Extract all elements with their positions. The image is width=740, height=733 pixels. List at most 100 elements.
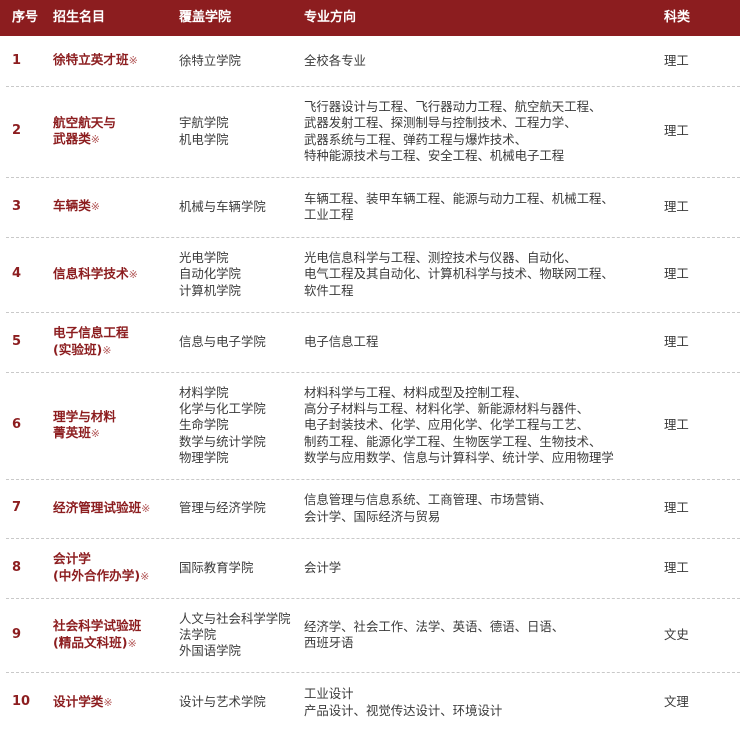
- major-lines: 光电信息科学与工程、测控技术与仪器、自动化、 电气工程及其自动化、计算机科学与技术…: [304, 250, 614, 299]
- college-list: 宇航学院 机电学院: [179, 86, 301, 177]
- college-lines: 人文与社会科学学院 法学院 外国语学院: [179, 611, 291, 660]
- major-line: 武器发射工程、探测制导与控制技术、工程力学、: [304, 115, 577, 131]
- program-name-line: 航空航天与: [53, 114, 116, 130]
- reference-mark: ※: [141, 501, 151, 515]
- major-list: 全校各专业: [304, 36, 659, 86]
- category: 理工: [664, 123, 689, 139]
- table-row: 4 信息科学技术※ 光电学院 自动化学院 计算机学院 光电信息科学与工程、测控技术与仪器、…: [0, 237, 740, 312]
- major-line: 工业设计: [304, 686, 354, 702]
- program-name: 理学与材料 菁英班※: [53, 372, 173, 479]
- category: 文理: [664, 694, 689, 710]
- major-line: 车辆工程、装甲车辆工程、能源与动力工程、机械工程、: [304, 190, 614, 206]
- program-name-lines: 车辆类※: [53, 198, 100, 215]
- college-item: 徐特立学院: [179, 52, 241, 68]
- major-lines: 经济学、社会工作、法学、英语、德语、日语、 西班牙语: [304, 619, 564, 651]
- program-name-line: 理学与材料: [53, 408, 116, 424]
- table-row: 3 车辆类※ 机械与车辆学院 车辆工程、装甲车辆工程、能源与动力工程、机械工程、 工业工…: [0, 177, 740, 237]
- major-lines: 工业设计 产品设计、视觉传达设计、环境设计: [304, 686, 502, 718]
- college-item: 化学与化工学院: [179, 401, 266, 417]
- major-line: 经济学、社会工作、法学、英语、德语、日语、: [304, 618, 565, 634]
- program-name-line: (中外合作办学)※: [53, 567, 150, 583]
- table-row: 6 理学与材料 菁英班※ 材料学院 化学与化工学院 生命学院 数学与统计学院 物理学院 材料科学…: [0, 372, 740, 479]
- major-list: 会计学: [304, 538, 659, 598]
- program-name-line: 武器类※: [53, 131, 100, 146]
- program-name-lines: 徐特立英才班※: [53, 52, 138, 69]
- reference-mark: ※: [103, 695, 113, 709]
- major-list: 工业设计 产品设计、视觉传达设计、环境设计: [304, 672, 659, 733]
- major-line: 会计学: [304, 559, 342, 575]
- category: 理工: [664, 333, 689, 349]
- reference-mark: ※: [90, 427, 100, 440]
- row-number: 9: [12, 626, 22, 642]
- major-line: 信息管理与信息系统、工商管理、市场营销、: [304, 492, 552, 508]
- reference-mark: ※: [128, 54, 138, 68]
- program-name-line: 社会科学试验班: [53, 618, 142, 634]
- major-line: 特种能源技术与工程、安全工程、机械电子工程: [304, 147, 565, 163]
- program-name-line: (实验班)※: [53, 341, 112, 357]
- college-lines: 光电学院 自动化学院 计算机学院: [179, 250, 241, 299]
- table-header: 序号 招生名目 覆盖学院 专业方向 科类: [0, 0, 740, 36]
- program-name-line: 电子信息工程: [53, 325, 129, 341]
- header-major: 专业方向: [304, 10, 357, 25]
- program-name-line: 设计学类※: [53, 693, 113, 709]
- major-list: 经济学、社会工作、法学、英语、德语、日语、 西班牙语: [304, 598, 659, 672]
- major-line: 工业工程: [304, 207, 354, 222]
- table-row: 8 会计学 (中外合作办学)※ 国际教育学院 会计学 理工: [0, 538, 740, 598]
- header-category: 科类: [664, 10, 691, 25]
- program-name-line: (精品文科班)※: [53, 634, 137, 650]
- major-list: 材料科学与工程、材料成型及控制工程、 高分子材料与工程、材料化学、新能源材料与器件…: [304, 372, 659, 479]
- program-name: 车辆类※: [53, 177, 173, 237]
- college-lines: 徐特立学院: [179, 53, 241, 69]
- college-lines: 信息与电子学院: [179, 334, 266, 350]
- college-list: 信息与电子学院: [179, 312, 301, 372]
- reference-mark: ※: [90, 133, 100, 146]
- reference-mark: ※: [102, 343, 112, 357]
- major-line: 电子封装技术、化学、应用化学、化学工程与工艺、: [304, 417, 589, 433]
- major-list: 飞行器设计与工程、飞行器动力工程、航空航天工程、 武器发射工程、探测制导与控制技术…: [304, 86, 659, 177]
- category: 理工: [664, 500, 689, 516]
- major-line: 制药工程、能源化学工程、生物医学工程、生物技术、: [304, 433, 602, 449]
- college-lines: 管理与经济学院: [179, 500, 266, 516]
- college-item: 数学与统计学院: [179, 433, 266, 449]
- major-lines: 车辆工程、装甲车辆工程、能源与动力工程、机械工程、 工业工程: [304, 191, 614, 223]
- college-item: 信息与电子学院: [179, 333, 266, 349]
- major-lines: 信息管理与信息系统、工商管理、市场营销、 会计学、国际经济与贸易: [304, 492, 552, 524]
- college-item: 材料学院: [179, 384, 229, 400]
- table-row: 2 航空航天与 武器类※ 宇航学院 机电学院 飞行器设计与工程、飞行器动力工程、航空航天工…: [0, 86, 740, 177]
- program-name: 信息科学技术※: [53, 237, 173, 312]
- header-program: 招生名目: [53, 10, 106, 25]
- college-lines: 材料学院 化学与化工学院 生命学院 数学与统计学院 物理学院: [179, 385, 266, 466]
- major-line: 电气工程及其自动化、计算机科学与技术、物联网工程、: [304, 266, 614, 282]
- college-lines: 国际教育学院: [179, 560, 253, 576]
- table-row: 10 设计学类※ 设计与艺术学院 工业设计 产品设计、视觉传达设计、环境设计 文理: [0, 672, 740, 733]
- program-name: 电子信息工程 (实验班)※: [53, 312, 173, 372]
- college-list: 机械与车辆学院: [179, 177, 301, 237]
- program-name-line: 信息科学技术※: [53, 265, 138, 281]
- college-item: 国际教育学院: [179, 559, 254, 575]
- header-number: 序号: [12, 10, 39, 25]
- row-number: 3: [12, 198, 22, 214]
- major-lines: 会计学: [304, 560, 341, 576]
- college-list: 管理与经济学院: [179, 479, 301, 538]
- program-name: 徐特立英才班※: [53, 36, 173, 86]
- major-list: 信息管理与信息系统、工商管理、市场营销、 会计学、国际经济与贸易: [304, 479, 659, 538]
- major-line: 材料科学与工程、材料成型及控制工程、: [304, 384, 528, 400]
- major-lines: 电子信息工程: [304, 334, 378, 350]
- program-name-line: 徐特立英才班※: [53, 52, 138, 68]
- program-name-line: 菁英班※: [53, 425, 100, 440]
- major-line: 会计学、国际经济与贸易: [304, 508, 441, 524]
- row-number: 8: [12, 559, 22, 575]
- category: 理工: [664, 266, 689, 282]
- major-line: 高分子材料与工程、材料化学、新能源材料与器件、: [304, 401, 589, 417]
- college-item: 物理学院: [179, 449, 229, 465]
- program-name: 社会科学试验班 (精品文科班)※: [53, 598, 173, 672]
- reference-mark: ※: [128, 267, 138, 281]
- college-lines: 宇航学院 机电学院: [179, 115, 229, 147]
- major-lines: 材料科学与工程、材料成型及控制工程、 高分子材料与工程、材料化学、新能源材料与器件…: [304, 385, 614, 466]
- program-name-lines: 航空航天与 武器类※: [53, 115, 116, 148]
- major-lines: 飞行器设计与工程、飞行器动力工程、航空航天工程、 武器发射工程、探测制导与控制技术…: [304, 99, 601, 164]
- college-item: 机电学院: [179, 131, 229, 147]
- program-name-lines: 电子信息工程 (实验班)※: [53, 325, 129, 358]
- category: 文史: [664, 626, 689, 642]
- reference-mark: ※: [127, 636, 137, 650]
